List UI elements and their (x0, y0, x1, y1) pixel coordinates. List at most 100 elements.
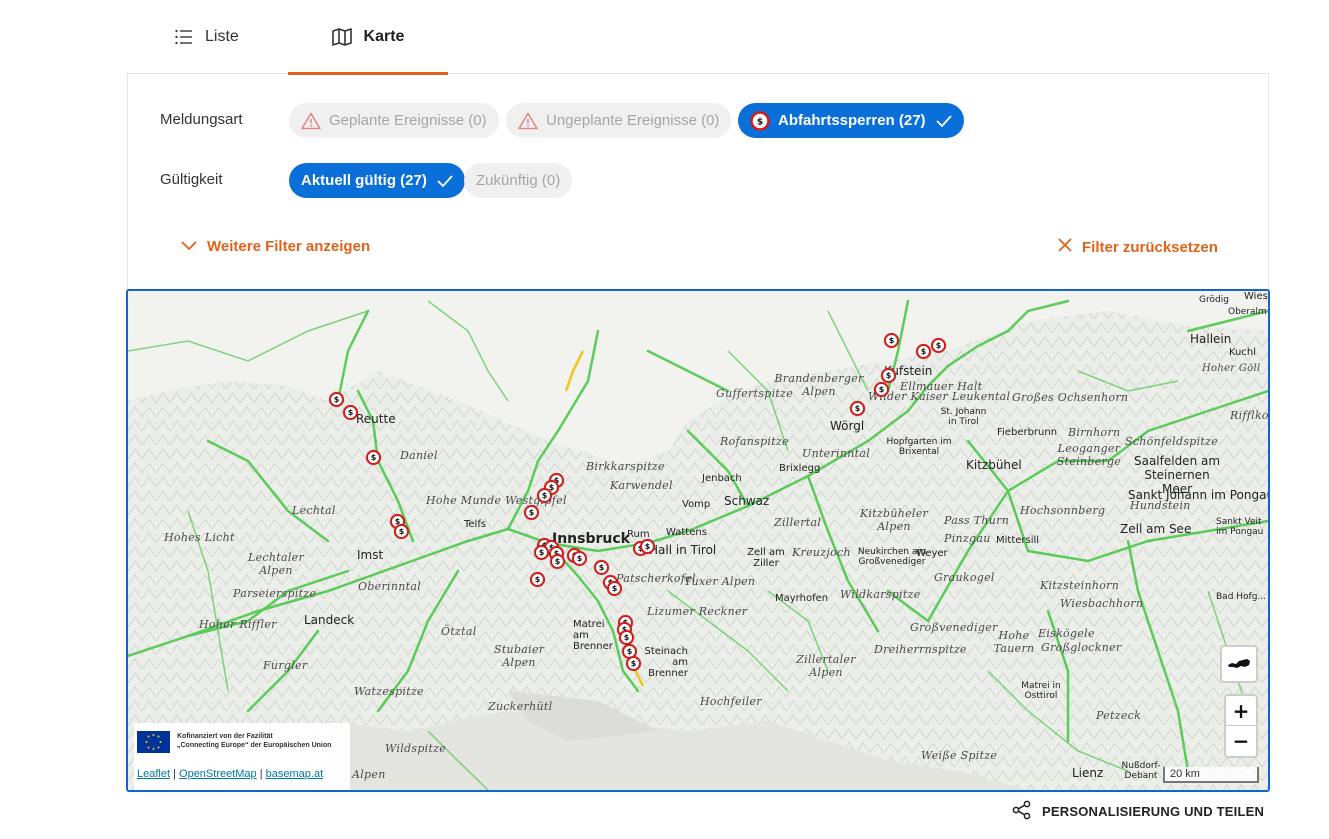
zoom-out-button[interactable]: − (1226, 726, 1256, 756)
map-label-daniel: Daniel (400, 449, 438, 462)
map-label-grossvenediger: Großvenediger (910, 621, 998, 634)
tab-liste[interactable]: Liste (175, 0, 239, 74)
svg-text:$: $ (757, 117, 763, 127)
exit-closure-marker[interactable]: $ (881, 368, 896, 383)
basemap-link[interactable]: basemap.at (266, 768, 323, 780)
more-filters-button[interactable]: Weitere Filter anzeigen (181, 238, 370, 255)
exit-closure-marker[interactable]: $ (534, 545, 549, 560)
map-label-wiese: Wiese (1244, 291, 1268, 302)
exit-closure-marker[interactable]: $ (572, 551, 587, 566)
map-label-birnhorn: Birnhorn (1068, 426, 1121, 439)
chip-abfahrtssperren-label: Abfahrtssperren (27) (778, 112, 926, 129)
exit-closure-marker[interactable]: $ (524, 505, 539, 520)
chip-zukuenftig[interactable]: Zukünftig (0) (464, 163, 573, 198)
map-label-leoganger: Leoganger Steinberge (1056, 442, 1122, 468)
map-label-hohe-tauern: Hohe Tauern (993, 629, 1035, 655)
map-label-zell-ziller: Zell am Ziller (747, 547, 785, 569)
austria-map-icon (1222, 647, 1256, 681)
exit-closure-marker[interactable]: $ (550, 554, 565, 569)
map-label-fieberbrunn: Fieberbrunn (997, 427, 1058, 438)
eu-text-line-1: Kofinanziert von der Fazilität (177, 733, 273, 740)
exit-closure-marker[interactable]: $ (530, 572, 545, 587)
map-label-oetztaler-alpen: Alpen (352, 768, 386, 781)
meldungsart-label: Meldungsart (160, 111, 243, 128)
exit-closure-marker[interactable]: $ (640, 539, 655, 554)
map-label-oberalm: Oberalm (1228, 307, 1267, 317)
map-label-matrei: Matrei am Brenner (573, 619, 613, 652)
exit-closure-marker[interactable]: $ (874, 382, 889, 397)
exit-closure-marker[interactable]: $ (594, 560, 609, 575)
chip-abfahrtssperren[interactable]: $ Abfahrtssperren (27) (738, 103, 964, 138)
map-label-petzeck: Petzeck (1096, 709, 1142, 722)
exit-closure-marker[interactable]: $ (884, 333, 899, 348)
map-label-grossglockner: Großglockner (1041, 641, 1122, 654)
map-label-landeck: Landeck (304, 613, 355, 627)
map-label-woergl: Wörgl (830, 419, 865, 433)
map-label-wiesbachhorn: Wiesbachhorn (1060, 597, 1144, 610)
map-label-telfs: Telfs (464, 519, 487, 530)
zoom-in-button[interactable]: + (1226, 696, 1256, 726)
exit-closure-marker[interactable]: $ (931, 338, 946, 353)
exit-closure-marker[interactable]: $ (607, 581, 622, 596)
map-label-kuchl: Kuchl (1229, 347, 1257, 358)
exit-closure-marker[interactable]: $ (850, 401, 865, 416)
eu-funding-text: Kofinanziert von der Fazilität „Connecti… (177, 732, 331, 750)
chip-zukuenftig-label: Zukünftig (0) (476, 172, 561, 189)
map-label-wildspitze: Wildspitze (385, 742, 447, 755)
map-label-nussdorf: Nußdorf-Debant (1121, 761, 1161, 781)
map-view[interactable]: Reutte Daniel Lechtal Hohes Licht Lechta… (126, 289, 1270, 792)
exit-closure-marker[interactable]: $ (626, 656, 641, 671)
share-button[interactable]: PERSONALISIERUNG UND TEILEN (1012, 800, 1264, 823)
exit-closure-marker[interactable]: $ (366, 450, 381, 465)
exit-closure-marker[interactable]: $ (619, 630, 634, 645)
map-label-vomp: Vomp (682, 499, 711, 510)
reset-filters-label: Filter zurücksetzen (1082, 238, 1218, 256)
tab-karte[interactable]: Karte (288, 0, 448, 75)
gueltigkeit-label: Gültigkeit (160, 171, 223, 188)
check-icon (935, 114, 952, 127)
exit-closure-marker[interactable]: $ (394, 524, 409, 539)
exit-closure-marker[interactable]: $ (537, 488, 552, 503)
chip-ungeplante-ereignisse[interactable]: Ungeplante Ereignisse (0) (506, 103, 732, 138)
map-label-zillertal: Zillertal (774, 516, 822, 529)
eu-funding-notice: Kofinanziert von der Fazilität „Connecti… (134, 723, 350, 790)
leaflet-link[interactable]: Leaflet (137, 768, 170, 780)
list-icon (175, 29, 193, 45)
map-label-kitzbuehel: Kitzbühel (966, 458, 1022, 472)
map-label-hoher-riffler: Hoher Riffler (199, 618, 277, 631)
chip-geplante-ereignisse[interactable]: Geplante Ereignisse (0) (289, 103, 499, 138)
share-label: PERSONALISIERUNG UND TEILEN (1042, 804, 1265, 819)
map-label-schoenfeld: Schönfeldspitze (1125, 435, 1219, 448)
exit-closure-icon: $ (750, 110, 770, 131)
map-label-jenbach: Jenbach (702, 473, 742, 484)
map-label-rofanspitze: Rofanspitze (720, 435, 789, 448)
map-label-zuckerhuetl: Zuckerhütl (488, 700, 553, 713)
map-label-st-johann: St. Johann in Tirol (940, 407, 987, 427)
check-icon (437, 174, 453, 187)
openstreetmap-link[interactable]: OpenStreetMap (179, 768, 257, 780)
close-icon (1058, 238, 1072, 256)
chip-ungeplante-label: Ungeplante Ereignisse (0) (546, 112, 720, 129)
reset-filters-button[interactable]: Filter zurücksetzen (1058, 238, 1218, 256)
map-label-st-johann-pongau: Sankt Johann im Pongau (1128, 488, 1270, 502)
warning-icon (518, 112, 538, 130)
map-label-innsbruck: Innsbruck (552, 531, 630, 547)
exit-closure-marker[interactable]: $ (343, 405, 358, 420)
chip-aktuell-gueltig[interactable]: Aktuell gültig (27) (289, 163, 465, 198)
map-label-bad-hofgastein: Bad Hofg... (1216, 592, 1267, 602)
map-label-lizumer: Lizumer Reckner (647, 605, 748, 618)
map-scale: 20 km (1163, 767, 1259, 783)
map-label-lechtal: Lechtal (292, 504, 336, 517)
exit-closure-marker[interactable]: $ (329, 392, 344, 407)
map-label-hopfgarten: Hopfgarten im Brixental (886, 437, 952, 457)
view-tabs: Liste Karte (127, 0, 1269, 75)
share-icon (1012, 800, 1032, 823)
map-label-oberinntal: Oberinntal (358, 580, 422, 593)
eu-flag-icon (137, 731, 170, 753)
exit-closure-marker[interactable]: $ (916, 344, 931, 359)
map-label-kreuzjoch: Kreuzjoch (792, 546, 851, 559)
map-attribution: Leaflet | OpenStreetMap | basemap.at (137, 768, 324, 780)
austria-overview-button[interactable] (1220, 645, 1258, 683)
map-label-riffl: Rifflkopf (1230, 409, 1269, 422)
map-label-groedig: Grödig (1199, 295, 1229, 305)
